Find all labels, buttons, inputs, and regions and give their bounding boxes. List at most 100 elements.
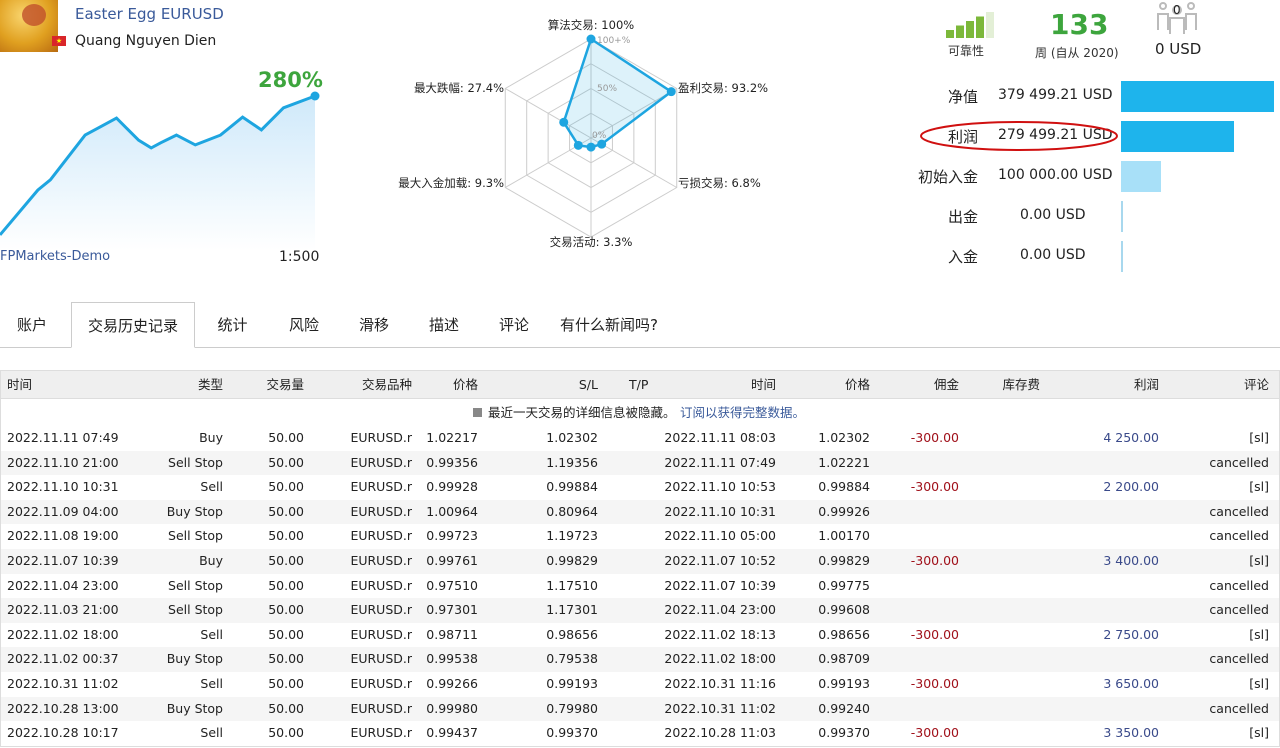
cell-交易品种: EURUSD.r [350, 700, 412, 716]
column-header[interactable]: 利润 [1039, 371, 1159, 398]
tab-5[interactable]: 描述 [410, 302, 478, 348]
cell-S/L: 0.79538 [546, 651, 598, 667]
cell-类型: Buy Stop [166, 700, 223, 716]
table-row: 2022.10.31 11:02 Sell 50.00 EURUSD.r 0.99266… [1, 672, 1279, 697]
cell-时间: 2022.11.02 18:00 [664, 651, 776, 667]
equity-area [0, 96, 315, 250]
radar-point [559, 117, 569, 127]
signal-avatar[interactable] [0, 0, 58, 52]
column-header[interactable]: 交易品种 [312, 371, 412, 398]
cell-类型: Sell Stop [168, 528, 223, 544]
cell-类型: Buy Stop [166, 651, 223, 667]
finance-bar [1121, 241, 1123, 272]
table-row: 2022.11.09 04:00 Buy Stop 50.00 EURUSD.r 1.0… [1, 499, 1279, 525]
cell-时间: 2022.10.28 11:03 [664, 725, 776, 741]
cell-交易量: 50.00 [268, 528, 304, 544]
cell-S/L: 1.19356 [546, 454, 598, 470]
column-header[interactable]: 交易量 [224, 371, 304, 398]
cell-S/L: 0.79980 [546, 700, 598, 716]
cell-时间: 2022.11.11 07:49 [664, 454, 776, 470]
cell-利润: 3 650.00 [1103, 675, 1159, 691]
table-row: 2022.11.03 21:00 Sell Stop 50.00 EURUSD.r 0.… [1, 598, 1279, 623]
tab-0[interactable]: 账户 [0, 302, 64, 348]
cell-交易量: 50.00 [268, 577, 304, 593]
reliability-bar [986, 12, 994, 38]
radar-axis-label: 最大入金加载: 9.3% [398, 176, 504, 190]
tab-3[interactable]: 风险 [270, 302, 338, 348]
cell-交易量: 50.00 [268, 725, 304, 741]
table-row: 2022.10.28 10:17 Sell 50.00 EURUSD.r 0.99437… [1, 721, 1279, 746]
cell-评论: [sl] [1249, 479, 1269, 495]
broker-server[interactable]: FPMarkets-Demo [0, 249, 110, 264]
reliability-bar [946, 30, 954, 38]
finance-bar [1121, 161, 1162, 192]
cell-评论: [sl] [1249, 552, 1269, 568]
cell-交易量: 50.00 [268, 430, 304, 445]
cell-S/L: 0.99370 [546, 725, 598, 741]
cell-评论: cancelled [1209, 651, 1269, 667]
cell-交易量: 50.00 [268, 552, 304, 568]
cell-交易品种: EURUSD.r [350, 454, 412, 470]
cell-价格: 0.99266 [426, 675, 478, 691]
finance-bar [1121, 121, 1234, 152]
cell-价格: 0.99356 [426, 454, 478, 470]
column-header[interactable]: 佣金 [879, 371, 959, 398]
cell-S/L: 0.99829 [546, 552, 598, 568]
cell-评论: [sl] [1249, 626, 1269, 642]
author-name[interactable]: Quang Nguyen Dien [75, 33, 216, 49]
finance-value: 0.00 USD [1020, 247, 1086, 263]
subscribers-usd: 0 USD [1155, 40, 1202, 58]
reliability-label: 可靠性 [948, 44, 985, 58]
cell-价格: 0.97301 [426, 602, 478, 618]
tabs-bar: 账户 交易历史记录 统计 风险 滑移 描述 评论 有什么新闻吗? [0, 302, 1280, 348]
table-row: 2022.11.08 19:00 Sell Stop 50.00 EURUSD.r 0.… [1, 524, 1279, 549]
finance-value: 0.00 USD [1020, 207, 1086, 223]
table-row: 2022.11.02 00:37 Buy Stop 50.00 EURUSD.r 0.9… [1, 647, 1279, 672]
cell-价格: 0.99926 [818, 503, 870, 519]
column-header[interactable]: 评论 [1149, 371, 1269, 398]
equity-sparkline [0, 91, 320, 250]
cell-时间: 2022.11.07 10:52 [664, 552, 776, 568]
cell-评论: cancelled [1209, 454, 1269, 470]
tab-4[interactable]: 滑移 [338, 302, 410, 348]
cell-交易品种: EURUSD.r [350, 602, 412, 618]
cell-类型: Sell [200, 675, 223, 691]
radar-axis-label: 交易活动: 3.3% [549, 235, 633, 249]
vietnam-flag-icon: ★ [52, 36, 66, 46]
cell-类型: Sell [200, 725, 223, 741]
cell-价格: 0.99538 [426, 651, 478, 667]
cell-价格: 0.99437 [426, 725, 478, 741]
table-row: 2022.11.10 21:00 Sell Stop 50.00 EURUSD.r 0.… [1, 450, 1279, 476]
column-header[interactable]: 类型 [123, 371, 223, 398]
cell-利润: 2 750.00 [1103, 626, 1159, 642]
cell-S/L: 1.19723 [546, 528, 598, 544]
column-header[interactable]: 时间 [656, 371, 776, 398]
tab-7[interactable]: 有什么新闻吗? [550, 302, 668, 348]
column-header[interactable]: 价格 [790, 371, 870, 398]
radar-axis-label: 算法交易: 100% [547, 18, 635, 32]
table-row: 2022.11.02 18:00 Sell 50.00 EURUSD.r 0.98711… [1, 623, 1279, 648]
tab-6[interactable]: 评论 [478, 302, 550, 348]
finance-bar [1121, 81, 1274, 112]
tab-2[interactable]: 统计 [195, 302, 270, 348]
subscribe-link[interactable]: 订阅以获得完整数据。 [680, 399, 805, 426]
reliability-bar [966, 21, 974, 38]
signal-title[interactable]: Easter Egg EURUSD [75, 5, 224, 23]
column-header[interactable]: S/L [538, 371, 598, 398]
trade-history-table: 时间 类型 交易量 交易品种 价格 S/L T/P 时间 价格 佣金 库存费 利润 评论 最近一天交易的… [0, 370, 1280, 747]
cell-价格: 0.99608 [818, 602, 870, 618]
radar-axis-label: 盈利交易: 93.2% [678, 81, 769, 95]
cell-S/L: 0.99193 [546, 675, 598, 691]
finance-label: 净值 [947, 88, 978, 106]
cell-时间: 2022.10.31 11:16 [664, 675, 776, 691]
table-row: 2022.11.10 10:31 Sell 50.00 EURUSD.r 0.99928… [1, 475, 1279, 500]
radar-point [586, 142, 596, 152]
cell-交易品种: EURUSD.r [350, 552, 412, 568]
column-header[interactable]: 价格 [418, 371, 478, 398]
tab-1[interactable]: 交易历史记录 [71, 302, 195, 348]
finance-value: 100 000.00 USD [998, 167, 1113, 183]
cell-时间: 2022.11.02 18:13 [664, 626, 776, 642]
column-header[interactable]: 库存费 [960, 371, 1040, 398]
radar-point [597, 139, 607, 149]
cell-佣金: -300.00 [910, 626, 959, 642]
